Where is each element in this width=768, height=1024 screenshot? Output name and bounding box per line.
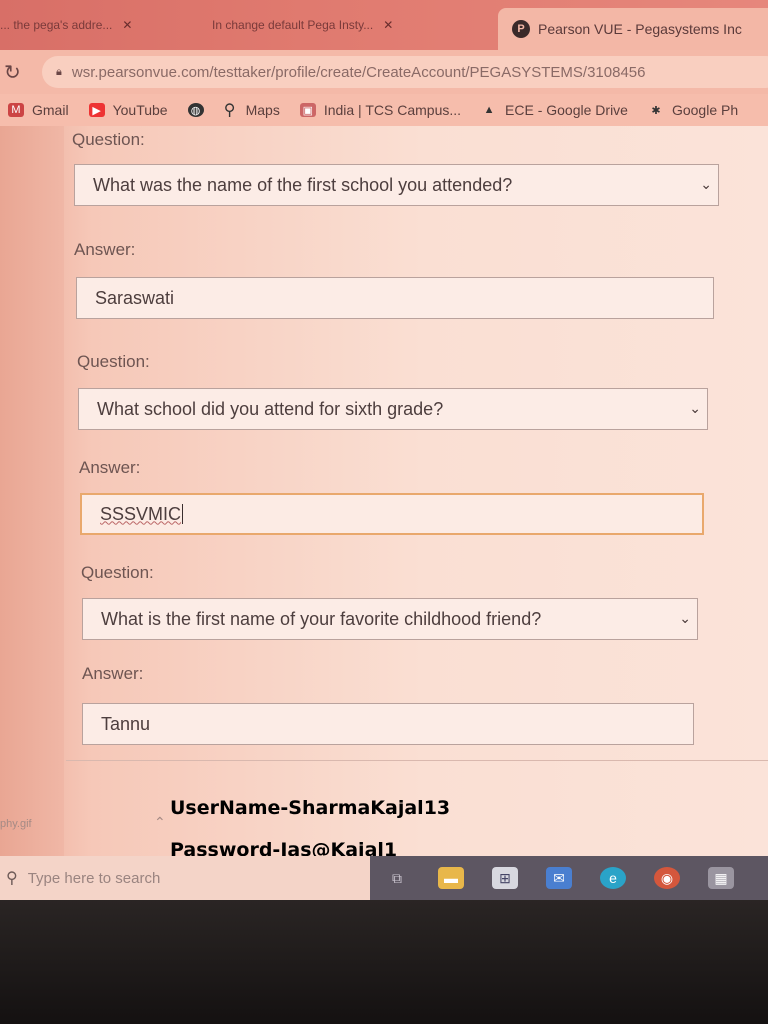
- windows-taskbar: ⚲ Type here to search ⧉ ▬ ⊞ ✉ e ◉ ▦: [0, 856, 768, 900]
- monitor-bezel: [0, 900, 768, 1024]
- bookmarks-bar: M Gmail ▶ YouTube ◍ ⚲ Maps ▣ India | TCS…: [0, 94, 768, 126]
- gmail-icon: M: [8, 103, 24, 117]
- chevron-down-icon: ⌄: [689, 400, 701, 416]
- select-value: What is the first name of your favorite …: [101, 608, 542, 629]
- app-icon[interactable]: ▦: [708, 867, 734, 889]
- username-overlay: UserName-SharmaKajal13: [170, 797, 451, 819]
- close-icon[interactable]: ✕: [122, 18, 132, 32]
- download-filename[interactable]: phy.gif: [0, 818, 32, 830]
- maps-pin-icon: ⚲: [223, 102, 236, 119]
- bookmark-label: India | TCS Campus...: [323, 102, 462, 118]
- tab-label: Pearson VUE - Pegasystems Inc: [538, 21, 742, 37]
- security-answer-input-3[interactable]: Tannu: [82, 703, 694, 745]
- lock-icon[interactable]: 🔒︎: [56, 66, 62, 79]
- close-icon[interactable]: ✕: [383, 18, 393, 32]
- store-icon[interactable]: ⊞: [492, 867, 518, 889]
- tab-label: ... the pega's addre...: [0, 18, 113, 32]
- photos-icon: ✱: [651, 104, 661, 117]
- bookmark-label: Gmail: [32, 102, 69, 118]
- bookmark-youtube[interactable]: ▶ YouTube: [88, 102, 168, 118]
- address-bar: ↻ 🔒︎ wsr.pearsonvue.com/testtaker/profil…: [0, 50, 768, 94]
- task-view-icon[interactable]: ⧉: [384, 867, 410, 889]
- answer-label: Answer:: [82, 664, 144, 683]
- bookmark-gmail[interactable]: M Gmail: [8, 102, 69, 118]
- answer-label: Answer:: [79, 458, 141, 477]
- drive-icon: ▲: [483, 104, 495, 116]
- browser-tab-active[interactable]: P Pearson VUE - Pegasystems Inc: [498, 8, 768, 50]
- select-value: What was the name of the first school yo…: [93, 174, 513, 195]
- pearson-favicon-icon: P: [512, 20, 530, 38]
- bookmark-photos[interactable]: ✱ Google Ph: [648, 102, 738, 118]
- bookmark-label: Maps: [245, 102, 280, 118]
- input-value: Saraswati: [95, 287, 175, 308]
- question-label: Question:: [81, 563, 154, 582]
- security-question-select-2[interactable]: What school did you attend for sixth gra…: [78, 388, 708, 430]
- bookmark-maps[interactable]: ⚲ Maps: [222, 102, 280, 119]
- chevron-down-icon: ⌄: [679, 610, 691, 626]
- bookmark-label: ECE - Google Drive: [505, 102, 628, 118]
- file-explorer-icon[interactable]: ▬: [438, 867, 464, 889]
- bookmark-label: Google Ph: [671, 102, 739, 118]
- browser-tab[interactable]: In change default Pega Insty... ✕: [212, 12, 492, 38]
- security-question-select-1[interactable]: What was the name of the first school yo…: [74, 164, 719, 206]
- bookmark-drive[interactable]: ▲ ECE - Google Drive: [481, 102, 628, 118]
- tab-label: In change default Pega Insty...: [212, 18, 374, 32]
- search-icon: ⚲: [6, 870, 18, 887]
- page-content: Question: What was the name of the first…: [0, 126, 768, 861]
- chevron-down-icon: ⌄: [700, 176, 712, 192]
- question-label: Question:: [72, 130, 145, 149]
- bookmark-globe[interactable]: ◍: [187, 103, 212, 117]
- input-value: Tannu: [101, 713, 151, 734]
- youtube-icon: ▶: [88, 103, 105, 117]
- search-placeholder: Type here to search: [27, 869, 161, 887]
- reload-icon[interactable]: ↻: [4, 60, 21, 85]
- taskbar-apps: ⧉ ▬ ⊞ ✉ e ◉ ▦: [370, 856, 768, 900]
- text-caret: [182, 504, 184, 524]
- mail-icon[interactable]: ✉: [546, 867, 572, 889]
- url-input[interactable]: 🔒︎ wsr.pearsonvue.com/testtaker/profile/…: [42, 56, 768, 88]
- security-question-select-3[interactable]: What is the first name of your favorite …: [82, 598, 698, 640]
- url-text: wsr.pearsonvue.com/testtaker/profile/cre…: [71, 63, 646, 81]
- edge-icon[interactable]: e: [600, 867, 626, 889]
- security-answer-input-2[interactable]: SSSVMIC: [80, 493, 704, 535]
- tcs-icon: ▣: [299, 103, 316, 117]
- chrome-icon[interactable]: ◉: [654, 867, 680, 889]
- taskbar-search[interactable]: ⚲ Type here to search: [0, 856, 370, 900]
- bookmark-tcs[interactable]: ▣ India | TCS Campus...: [299, 102, 462, 118]
- browser-tab-strip: ... the pega's addre... ✕ In change defa…: [0, 0, 768, 50]
- input-value: SSSVMIC: [100, 503, 182, 524]
- select-value: What school did you attend for sixth gra…: [97, 398, 444, 419]
- answer-label: Answer:: [74, 240, 136, 259]
- question-label: Question:: [77, 352, 150, 371]
- page-margin: [0, 126, 64, 856]
- bookmark-label: YouTube: [112, 102, 168, 118]
- globe-icon: ◍: [187, 103, 204, 117]
- chevron-up-icon[interactable]: ⌃: [154, 814, 166, 831]
- section-divider: [66, 760, 768, 761]
- security-answer-input-1[interactable]: Saraswati: [76, 277, 714, 319]
- browser-tab[interactable]: ... the pega's addre... ✕: [0, 12, 200, 38]
